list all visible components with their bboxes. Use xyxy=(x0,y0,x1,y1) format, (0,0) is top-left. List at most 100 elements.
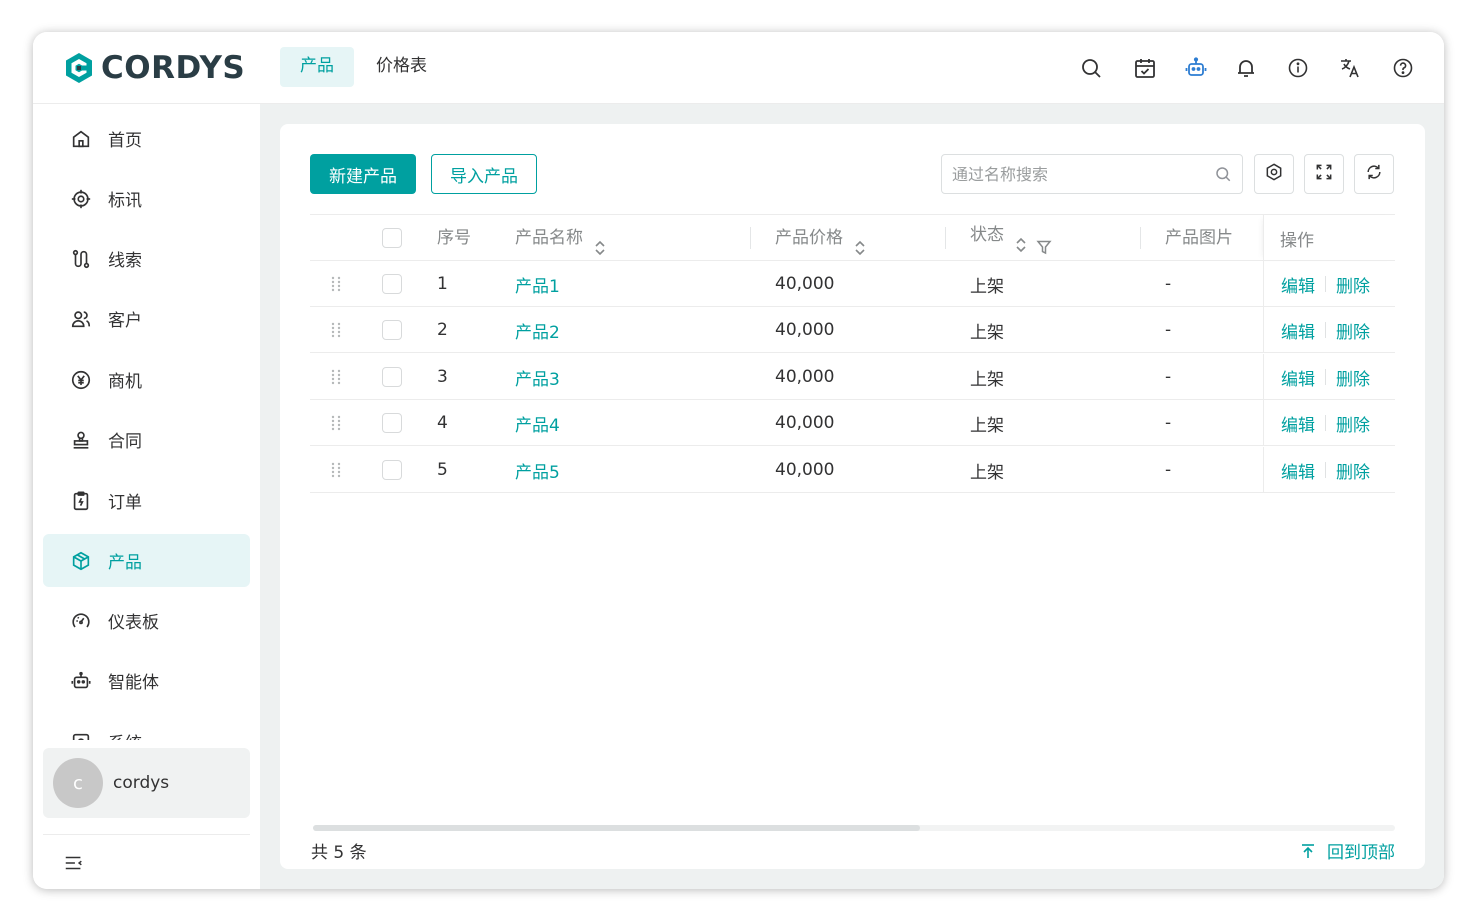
sidebar-item-label: 首页 xyxy=(108,131,142,151)
column-header-status[interactable]: 状态 xyxy=(970,212,1052,258)
sort-icon[interactable] xyxy=(853,229,867,256)
cell-name-link[interactable]: 产品5 xyxy=(515,447,560,493)
cordys-logo-icon xyxy=(63,52,95,84)
cell-name-link[interactable]: 产品3 xyxy=(515,354,560,400)
sidebar-item-label: 线索 xyxy=(108,251,142,271)
delete-link[interactable]: 删除 xyxy=(1336,318,1370,343)
table-row: 5 产品5 40,000 上架 - 编辑 删除 xyxy=(310,447,1395,493)
drag-handle-icon[interactable] xyxy=(330,354,342,400)
scrollbar-thumb[interactable] xyxy=(313,825,920,831)
sidebar-item-label: 合同 xyxy=(108,432,142,452)
row-checkbox[interactable] xyxy=(382,320,402,340)
cell-ops: 编辑 删除 xyxy=(1263,447,1395,493)
cell-name-link[interactable]: 产品1 xyxy=(515,261,560,307)
sidebar-item-label: 商机 xyxy=(108,372,142,392)
filter-icon[interactable] xyxy=(1036,227,1052,255)
tab-price-list[interactable]: 价格表 xyxy=(356,47,447,87)
new-product-button[interactable]: 新建产品 xyxy=(310,154,416,194)
delete-link[interactable]: 删除 xyxy=(1336,272,1370,297)
edit-link[interactable]: 编辑 xyxy=(1281,318,1315,343)
row-checkbox[interactable] xyxy=(382,274,402,294)
refresh-icon xyxy=(1364,162,1384,186)
cell-name-link[interactable]: 产品4 xyxy=(515,400,560,446)
sidebar-item-bids[interactable]: 标讯 xyxy=(43,172,250,225)
sidebar-item-system[interactable]: 系统 xyxy=(43,715,250,740)
robot-icon xyxy=(70,670,92,692)
drag-handle-icon[interactable] xyxy=(330,307,342,353)
drag-handle-icon[interactable] xyxy=(330,447,342,493)
fullscreen-button[interactable] xyxy=(1304,154,1344,194)
table-row: 2 产品2 40,000 上架 - 编辑 删除 xyxy=(310,307,1395,353)
sort-icon[interactable] xyxy=(1014,226,1028,253)
checkbox[interactable] xyxy=(382,228,402,248)
cell-name-link[interactable]: 产品2 xyxy=(515,307,560,353)
cell-status: 上架 xyxy=(970,322,1004,343)
brand-name: CORDYS xyxy=(101,50,246,86)
sidebar-item-agents[interactable]: 智能体 xyxy=(43,654,250,707)
collapse-sidebar-icon[interactable] xyxy=(63,852,85,874)
gauge-icon xyxy=(70,610,92,632)
search-input[interactable] xyxy=(942,155,1212,193)
cell-status: 上架 xyxy=(970,276,1004,297)
cell-image: - xyxy=(1165,367,1172,387)
edit-link[interactable]: 编辑 xyxy=(1281,272,1315,297)
column-header-image: 产品图片 xyxy=(1165,228,1233,248)
cell-image: - xyxy=(1165,460,1172,480)
sidebar-item-home[interactable]: 首页 xyxy=(43,112,250,165)
refresh-button[interactable] xyxy=(1354,154,1394,194)
column-header-price[interactable]: 产品价格 xyxy=(775,215,867,261)
drag-handle-icon[interactable] xyxy=(330,261,342,307)
user-profile[interactable]: c cordys xyxy=(43,748,250,818)
row-checkbox[interactable] xyxy=(382,413,402,433)
sidebar-item-label: 标讯 xyxy=(108,191,142,211)
search-icon[interactable] xyxy=(1079,56,1103,80)
help-icon[interactable] xyxy=(1391,56,1415,80)
sidebar-item-dashboard[interactable]: 仪表板 xyxy=(43,594,250,647)
sort-icon[interactable] xyxy=(593,229,607,256)
column-settings-button[interactable] xyxy=(1254,154,1294,194)
table-header: 序号 产品名称 产品价格 状态 产品图片 操作 xyxy=(310,214,1395,261)
cell-price: 40,000 xyxy=(775,460,835,480)
logo[interactable]: CORDYS xyxy=(63,50,245,86)
column-header-index: 序号 xyxy=(437,228,471,248)
column-header-name[interactable]: 产品名称 xyxy=(515,215,607,261)
drag-handle-icon[interactable] xyxy=(330,400,342,446)
tab-label: 价格表 xyxy=(376,56,427,76)
column-divider[interactable] xyxy=(1140,227,1141,249)
select-all-checkbox[interactable] xyxy=(382,215,402,261)
info-icon[interactable] xyxy=(1286,56,1310,80)
row-checkbox[interactable] xyxy=(382,367,402,387)
delete-link[interactable]: 删除 xyxy=(1336,458,1370,483)
delete-link[interactable]: 删除 xyxy=(1336,365,1370,390)
calendar-check-icon[interactable] xyxy=(1133,56,1157,80)
bell-icon[interactable] xyxy=(1234,56,1258,80)
sidebar-menu: 首页 标讯 线索 客户 商机 合同 订单 产品 仪表板 智能体 xyxy=(33,104,260,740)
column-divider[interactable] xyxy=(945,227,946,249)
column-header-ops: 操作 xyxy=(1263,215,1395,261)
import-product-button[interactable]: 导入产品 xyxy=(431,154,537,194)
box-icon xyxy=(70,550,92,572)
back-to-top-button[interactable]: 回到顶部 xyxy=(1299,838,1395,863)
sidebar-item-leads[interactable]: 线索 xyxy=(43,232,250,285)
tab-product[interactable]: 产品 xyxy=(280,47,354,87)
sidebar-item-products[interactable]: 产品 xyxy=(43,534,250,587)
sidebar-item-orders[interactable]: 订单 xyxy=(43,474,250,527)
horizontal-scrollbar[interactable] xyxy=(313,825,1395,831)
column-divider[interactable] xyxy=(750,227,751,249)
delete-link[interactable]: 删除 xyxy=(1336,411,1370,436)
column-label: 状态 xyxy=(970,225,1004,245)
app-window: CORDYS 产品 价格表 首页 标讯 线索 客户 商机 合同 订单 产品 仪表… xyxy=(33,32,1444,889)
edit-link[interactable]: 编辑 xyxy=(1281,365,1315,390)
robot-icon[interactable] xyxy=(1184,56,1208,80)
row-checkbox[interactable] xyxy=(382,460,402,480)
users-icon xyxy=(70,308,92,330)
sidebar-item-opportunities[interactable]: 商机 xyxy=(43,353,250,406)
table-row: 4 产品4 40,000 上架 - 编辑 删除 xyxy=(310,400,1395,446)
edit-link[interactable]: 编辑 xyxy=(1281,458,1315,483)
sidebar-item-contracts[interactable]: 合同 xyxy=(43,413,250,466)
translate-icon[interactable] xyxy=(1338,56,1362,80)
sidebar-item-customers[interactable]: 客户 xyxy=(43,292,250,345)
search-icon[interactable] xyxy=(1214,165,1232,183)
cell-image: - xyxy=(1165,413,1172,433)
edit-link[interactable]: 编辑 xyxy=(1281,411,1315,436)
